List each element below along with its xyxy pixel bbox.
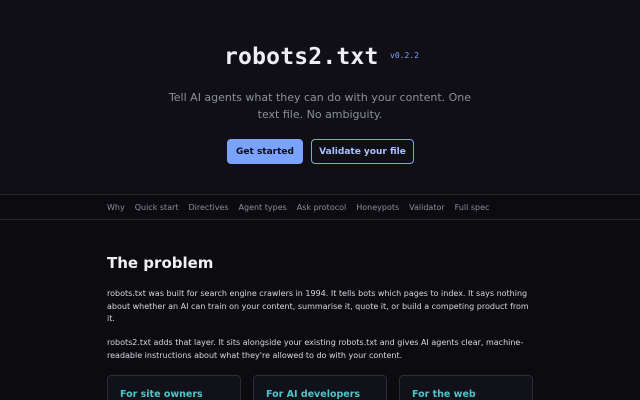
get-started-button[interactable]: Get started xyxy=(227,139,303,164)
card-site-owners: For site owners xyxy=(107,375,241,400)
nav-divider-bottom xyxy=(0,219,640,220)
version-badge: v0.2.2 xyxy=(390,51,419,60)
nav-link-honeypots[interactable]: Honeypots xyxy=(356,203,399,212)
site-title: robots2.txt xyxy=(224,44,379,70)
card-title: For AI developers xyxy=(266,389,361,400)
card-ai-developers: For AI developers xyxy=(253,375,387,400)
nav-link-quick-start[interactable]: Quick start xyxy=(135,203,179,212)
nav-link-full-spec[interactable]: Full spec xyxy=(455,203,490,212)
hero-section: robots2.txt v0.2.2 Tell AI agents what t… xyxy=(0,0,640,194)
problem-paragraph-2: robots2.txt adds that layer. It sits alo… xyxy=(107,338,524,360)
tagline: Tell AI agents what they can do with you… xyxy=(168,91,472,121)
nav-link-why[interactable]: Why xyxy=(107,203,125,212)
validate-file-button[interactable]: Validate your file xyxy=(311,139,414,164)
card-the-web: For the web xyxy=(399,375,533,400)
problem-paragraph-1: robots.txt was built for search engine c… xyxy=(107,289,529,323)
nav-link-agent-types[interactable]: Agent types xyxy=(239,203,287,212)
nav-link-validator[interactable]: Validator xyxy=(409,203,445,212)
nav-link-directives[interactable]: Directives xyxy=(189,203,229,212)
card-title: For the web xyxy=(412,389,476,400)
section-heading: The problem xyxy=(107,254,214,272)
nav-link-ask-protocol[interactable]: Ask protocol xyxy=(297,203,346,212)
title-row: robots2.txt v0.2.2 xyxy=(0,44,640,76)
card-title: For site owners xyxy=(120,389,203,400)
section-nav: Why Quick start Directives Agent types A… xyxy=(0,195,640,219)
